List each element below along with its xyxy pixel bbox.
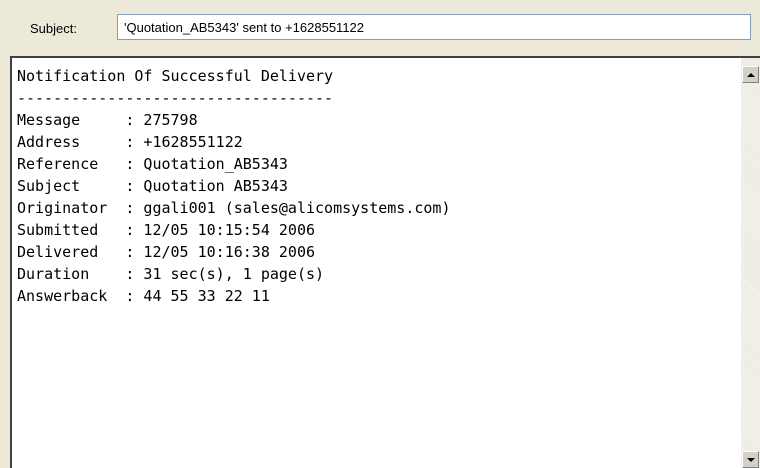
body-line-originator: Originator : ggali001 (sales@alicomsyste… — [17, 199, 451, 217]
vertical-scrollbar[interactable] — [740, 58, 760, 468]
body-line-answerback: Answerback : 44 55 33 22 11 — [17, 287, 270, 305]
message-body-text[interactable]: Notification Of Successful Delivery ----… — [17, 65, 450, 307]
message-window: Subject: 'Quotation_AB5343' sent to +162… — [0, 0, 760, 468]
scroll-down-button[interactable] — [742, 451, 759, 468]
body-line-reference: Reference : Quotation_AB5343 — [17, 155, 288, 173]
scroll-up-button[interactable] — [742, 66, 759, 83]
message-body[interactable]: Notification Of Successful Delivery ----… — [10, 56, 760, 468]
body-line-message: Message : 275798 — [17, 111, 198, 129]
arrow-down-icon — [746, 457, 755, 462]
subject-row: Subject: 'Quotation_AB5343' sent to +162… — [0, 0, 760, 56]
body-line-submitted: Submitted : 12/05 10:15:54 2006 — [17, 221, 316, 239]
body-line-address: Address : +1628551122 — [17, 133, 243, 151]
body-line-delivered: Delivered : 12/05 10:16:38 2006 — [17, 243, 316, 261]
body-line-duration: Duration : 31 sec(s), 1 page(s) — [17, 265, 325, 283]
body-line-separator: ----------------------------------- — [17, 89, 334, 107]
subject-field[interactable]: 'Quotation_AB5343' sent to +1628551122 — [117, 14, 751, 40]
body-line-title: Notification Of Successful Delivery — [17, 67, 334, 85]
arrow-up-icon — [746, 72, 755, 77]
subject-label: Subject: — [30, 21, 77, 36]
body-line-subject: Subject : Quotation AB5343 — [17, 177, 288, 195]
